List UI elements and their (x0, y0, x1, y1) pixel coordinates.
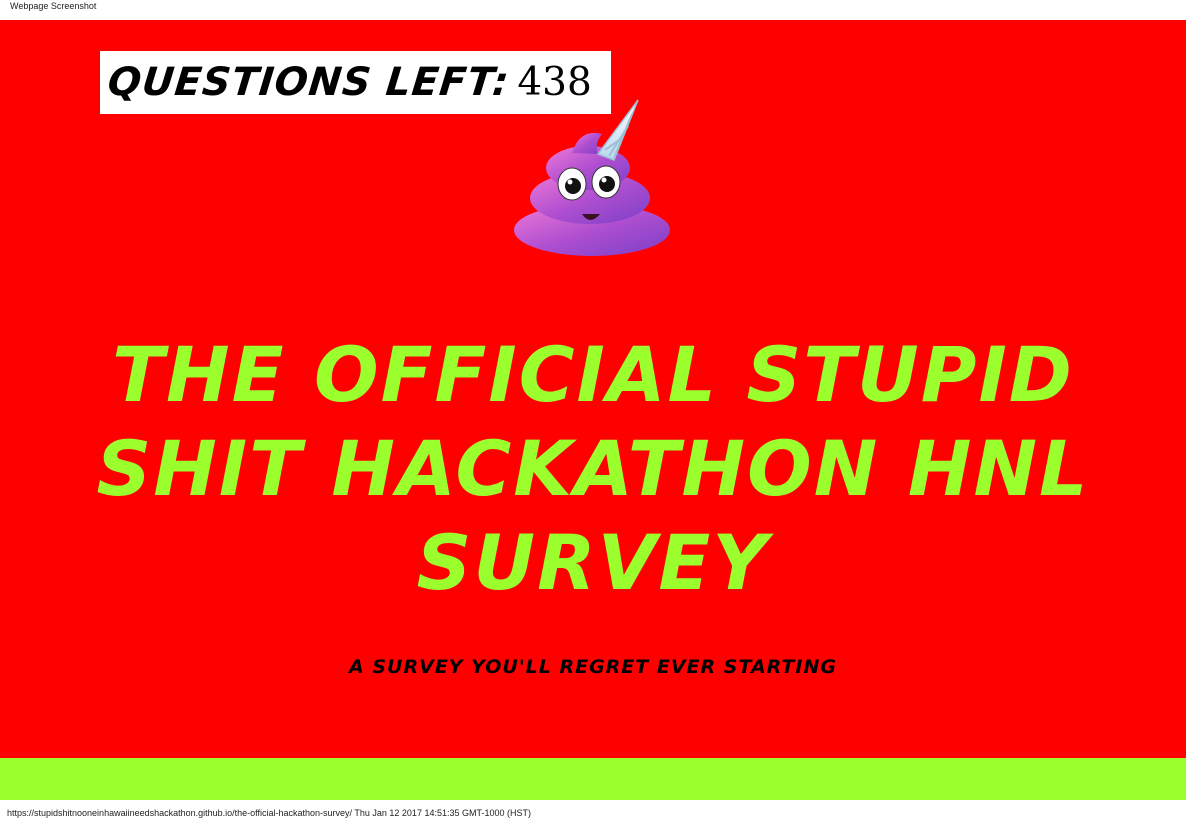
questions-left-label: QUESTIONS LEFT: (105, 60, 512, 105)
unicorn-poop-emoji-icon (514, 99, 670, 256)
bottom-band (0, 758, 1186, 800)
print-header: Webpage Screenshot (10, 1, 97, 11)
page-subtitle: A SURVEY YOU'LL REGRET EVER STARTING (349, 656, 837, 678)
print-footer: https://stupidshitnooneinhawaiineedshack… (7, 808, 531, 818)
page-title: THE OFFICIAL STUPID SHIT HACKATHON HNL S… (96, 330, 1090, 607)
